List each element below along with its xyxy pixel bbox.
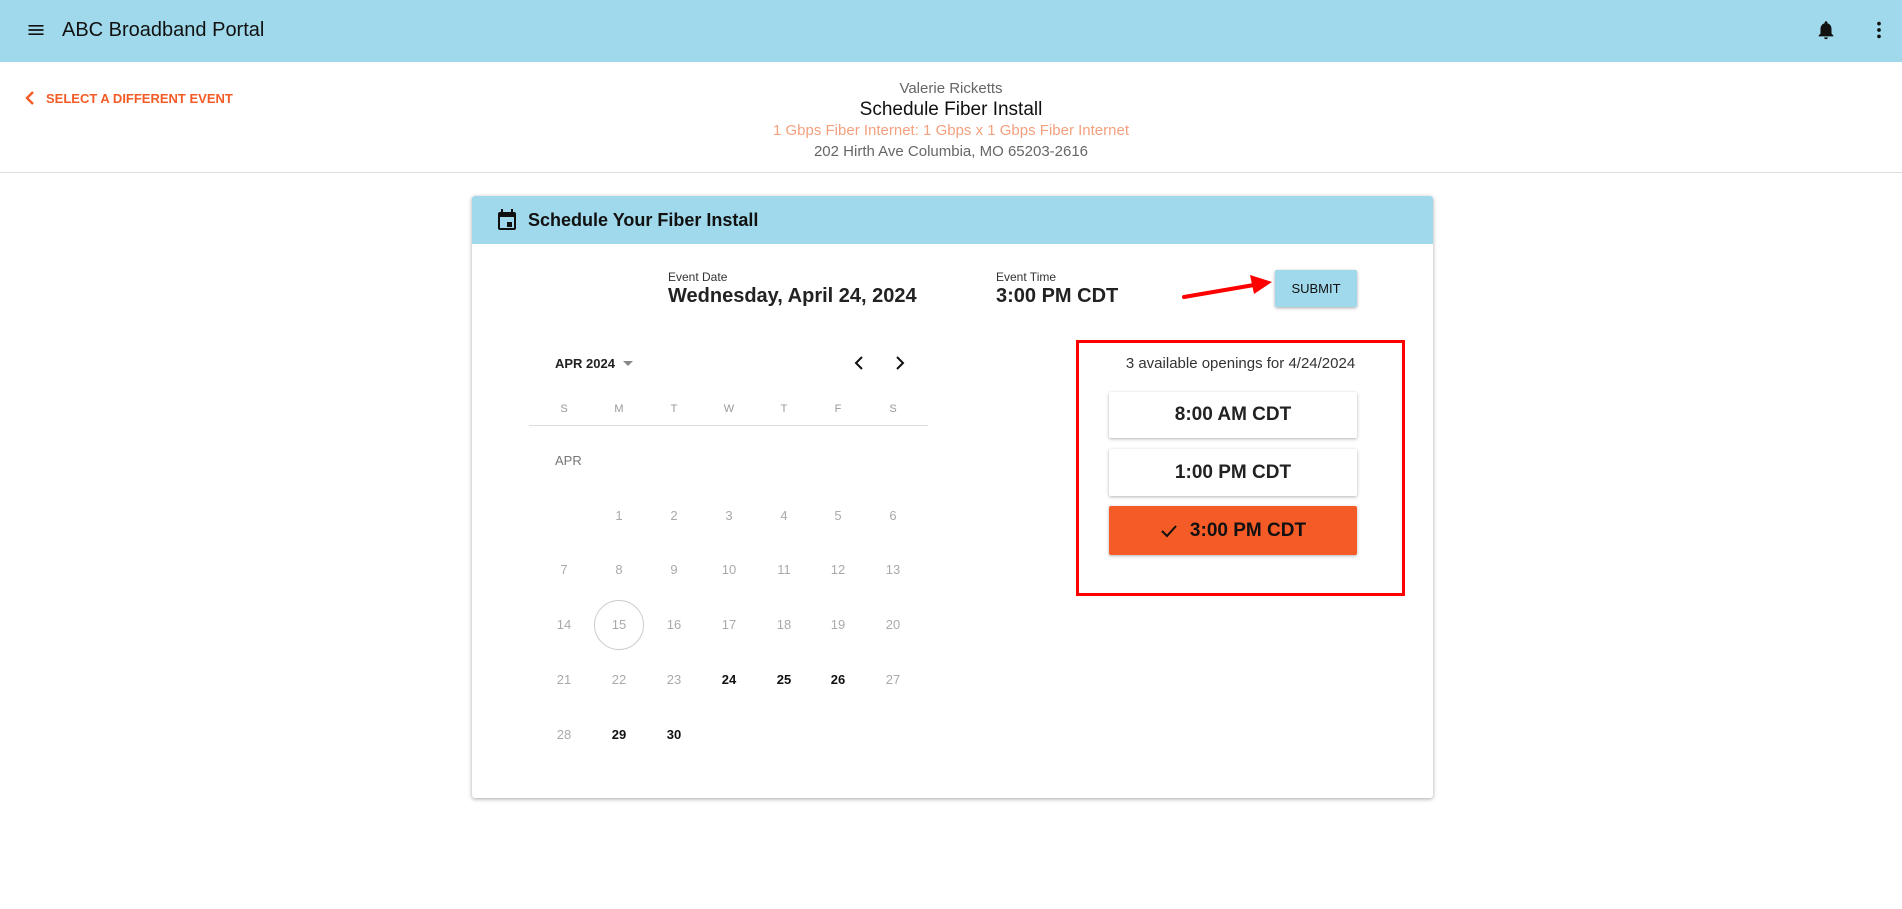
calendar-day[interactable]: 30 xyxy=(654,727,694,742)
weekday-label: W xyxy=(723,403,735,415)
customer-name: Valerie Ricketts xyxy=(899,80,1003,97)
calendar-day: 1 xyxy=(615,508,623,523)
calendar-day: 5 xyxy=(834,508,842,523)
calendar-day: 14 xyxy=(556,617,572,632)
calendar-day: 9 xyxy=(670,562,678,577)
time-slot-button[interactable]: 8:00 AM CDT xyxy=(1109,392,1357,438)
app-title: ABC Broadband Portal xyxy=(62,19,265,41)
calendar-day: 13 xyxy=(885,562,901,577)
calendar-day: 17 xyxy=(721,617,737,632)
calendar-day: 6 xyxy=(889,508,897,523)
card-header: Schedule Your Fiber Install xyxy=(472,196,1433,244)
caret-down-icon xyxy=(622,360,633,366)
openings-summary: 3 available openings for 4/24/2024 xyxy=(1125,355,1356,372)
calendar-day: 12 xyxy=(830,562,846,577)
calendar-day: 16 xyxy=(666,617,682,632)
check-icon xyxy=(1161,524,1177,537)
calendar-day: 4 xyxy=(780,508,788,523)
time-slot-label: 1:00 PM CDT xyxy=(1174,461,1292,483)
calendar-day: 18 xyxy=(776,617,792,632)
submit-button[interactable]: SUBMIT xyxy=(1275,270,1357,307)
event-time-label: Event Time xyxy=(996,270,1057,284)
card-title: Schedule Your Fiber Install xyxy=(528,210,759,230)
menu-icon[interactable] xyxy=(26,20,46,40)
calendar-day: 20 xyxy=(885,617,901,632)
weekday-label: S xyxy=(560,403,568,415)
time-slot-button[interactable]: 1:00 PM CDT xyxy=(1109,449,1357,496)
time-slot-label: 8:00 AM CDT xyxy=(1174,404,1292,425)
calendar-day[interactable]: 26 xyxy=(818,672,858,687)
calendar-day: 21 xyxy=(556,672,572,687)
calendar-day[interactable]: 25 xyxy=(764,672,804,687)
weekday-label: M xyxy=(614,403,624,415)
event-time-value: 3:00 PM CDT xyxy=(996,285,1119,307)
calendar-day: 10 xyxy=(721,562,737,577)
calendar-day: 28 xyxy=(556,727,572,742)
calendar-day: 7 xyxy=(560,562,568,577)
prev-month-button[interactable] xyxy=(852,354,866,372)
calendar-day[interactable]: 24 xyxy=(709,672,749,687)
page-title: Schedule Fiber Install xyxy=(859,99,1043,120)
service-name: 1 Gbps Fiber Internet: 1 Gbps x 1 Gbps F… xyxy=(772,122,1129,139)
annotation-arrow xyxy=(1182,275,1272,299)
calendar-day: 2 xyxy=(670,508,678,523)
weekday-label: S xyxy=(889,403,897,415)
calendar-day: 22 xyxy=(611,672,627,687)
bell-icon[interactable] xyxy=(1815,19,1837,41)
more-vert-icon[interactable] xyxy=(1868,19,1890,41)
next-month-button[interactable] xyxy=(893,354,907,372)
calendar-day: 3 xyxy=(725,508,733,523)
event-date-value: Wednesday, April 24, 2024 xyxy=(668,285,917,307)
month-short-label: APR xyxy=(555,453,582,468)
app-bar: ABC Broadband Portal xyxy=(0,0,1902,62)
weekday-label: T xyxy=(670,403,678,415)
event-date-label: Event Date xyxy=(668,270,728,284)
divider xyxy=(529,425,928,426)
weekday-label: F xyxy=(834,403,842,415)
calendar-day: 23 xyxy=(666,672,682,687)
calendar-day: 8 xyxy=(615,562,623,577)
month-label: APR 2024 xyxy=(555,356,615,371)
calendar-day: 11 xyxy=(777,562,791,577)
calendar-day[interactable]: 29 xyxy=(599,727,639,742)
calendar-day: 19 xyxy=(830,617,846,632)
calendar-day: 27 xyxy=(885,672,901,687)
month-select[interactable]: APR 2024 xyxy=(555,356,633,371)
time-slot-button[interactable]: 3:00 PM CDT xyxy=(1109,506,1357,555)
time-slot-label: 3:00 PM CDT xyxy=(1189,519,1307,541)
calendar-icon xyxy=(498,209,516,230)
service-address: 202 Hirth Ave Columbia, MO 65203-2616 xyxy=(813,143,1089,160)
today-indicator xyxy=(594,600,644,650)
weekday-label: T xyxy=(780,403,788,415)
